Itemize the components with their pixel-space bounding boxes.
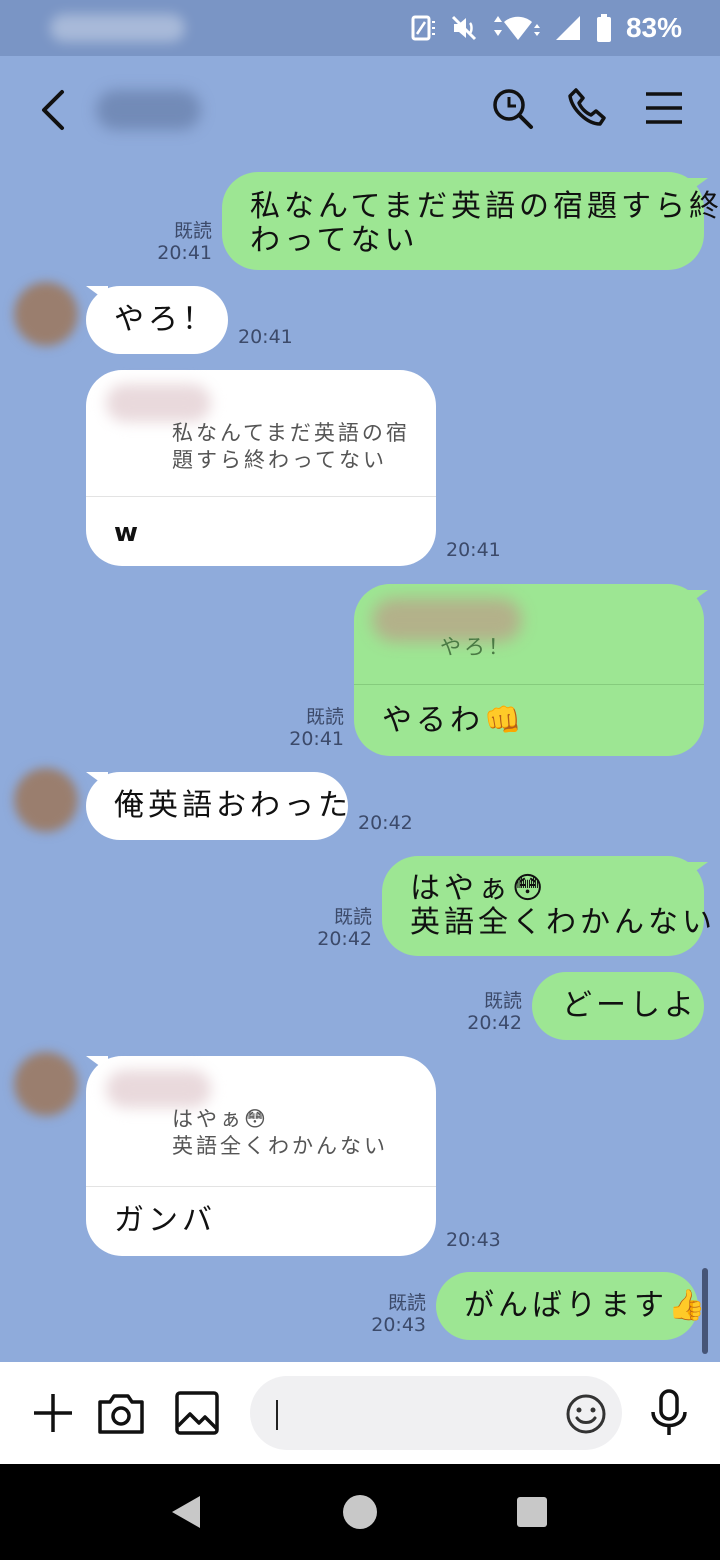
message-line: やろ！ — [114, 302, 216, 337]
text-caret — [276, 1400, 278, 1430]
status-icons: 83% — [410, 12, 682, 44]
mic-icon[interactable] — [644, 1388, 694, 1438]
message-meta: 既読 20:42 — [460, 990, 522, 1034]
system-nav-bar — [0, 1464, 720, 1560]
message-line: 私なんてまだ英語の宿題すら終 — [250, 189, 720, 224]
message-line: どーしよ — [562, 988, 698, 1023]
message-line: 俺英語おわった — [114, 788, 352, 823]
reply-divider — [354, 684, 704, 685]
message-line: はやぁ😳 — [410, 871, 548, 906]
camera-icon[interactable] — [96, 1388, 146, 1438]
message-meta: 既読 20:41 — [150, 220, 212, 264]
bubble-tail — [686, 862, 708, 878]
bubble-tail — [686, 590, 708, 606]
message-bubble-outgoing[interactable]: どーしよ — [532, 972, 704, 1040]
message-bubble-incoming[interactable]: やろ！ — [86, 286, 228, 354]
mute-icon — [451, 15, 477, 41]
quoted-message[interactable]: やろ！ — [440, 634, 512, 661]
phone-icon[interactable] — [564, 84, 612, 132]
reply-bubble-outgoing[interactable]: やろ！ やるわ👊 — [354, 584, 704, 756]
message-meta: 既読 20:41 — [282, 706, 344, 750]
message-time: 20:41 — [157, 242, 212, 264]
message-bubble-incoming[interactable]: 俺英語おわった — [86, 772, 348, 840]
message-meta: 既読 20:43 — [364, 1292, 426, 1336]
plus-icon[interactable] — [28, 1388, 78, 1438]
message-time: 20:41 — [238, 326, 293, 348]
quoted-message[interactable]: はやぁ😳 英語全くわかんない — [172, 1106, 388, 1160]
avatar[interactable] — [14, 282, 78, 346]
quoted-message[interactable]: 私なんてまだ英語の宿 題すら終わってない — [172, 420, 410, 474]
message-input[interactable] — [250, 1376, 622, 1450]
read-receipt: 既読 — [173, 220, 212, 242]
avatar[interactable] — [14, 768, 78, 832]
reply-bubble-incoming[interactable]: 私なんてまだ英語の宿 題すら終わってない w — [86, 370, 436, 566]
message-bubble-outgoing[interactable]: 私なんてまだ英語の宿題すら終 わってない — [222, 172, 719, 270]
bubble-tail — [686, 178, 708, 194]
quoted-line: 私なんてまだ英語の宿 — [172, 421, 410, 445]
message-line: やるわ👊 — [382, 703, 526, 738]
contact-name-blurred — [96, 90, 201, 130]
reply-bubble-incoming[interactable]: はやぁ😳 英語全くわかんない ガンバ — [86, 1056, 436, 1256]
avatar[interactable] — [14, 1052, 78, 1116]
battery-percentage: 83% — [625, 12, 682, 43]
message-time: 20:43 — [371, 1314, 426, 1336]
message-time: 20:42 — [317, 928, 372, 950]
reply-divider — [86, 496, 436, 497]
reply-divider — [86, 1186, 436, 1187]
quoted-line: 英語全くわかんない — [172, 1134, 388, 1158]
chat-scrollbar[interactable] — [702, 1268, 708, 1354]
quoted-sender-blurred — [106, 384, 211, 422]
screen-rotate-icon — [411, 15, 435, 41]
emoji-icon[interactable] — [564, 1392, 608, 1436]
message-line: わってない — [250, 223, 419, 258]
menu-icon[interactable] — [640, 84, 688, 132]
wifi-icon — [493, 16, 540, 40]
message-line: ガンバ — [114, 1203, 216, 1238]
message-line: がんばります👍 — [464, 1288, 710, 1323]
message-line: w — [114, 518, 143, 548]
status-bar: 83% — [0, 0, 720, 56]
message-meta: 既読 20:42 — [310, 906, 372, 950]
signal-icon — [555, 16, 580, 40]
read-receipt: 既読 — [387, 1292, 426, 1314]
message-input-bar — [0, 1362, 720, 1464]
image-icon[interactable] — [172, 1388, 222, 1438]
message-line: 英語全くわかんない — [410, 905, 716, 940]
recents-square-icon[interactable] — [516, 1496, 548, 1528]
message-time: 20:43 — [446, 1229, 501, 1251]
message-time: 20:42 — [467, 1012, 522, 1034]
back-icon[interactable] — [38, 88, 68, 132]
quoted-line: はやぁ😳 — [172, 1107, 269, 1131]
message-time: 20:42 — [358, 812, 413, 834]
chat-area[interactable]: 既読 20:41 私なんてまだ英語の宿題すら終 わってない やろ！ 20:41 … — [0, 164, 720, 1362]
back-triangle-icon[interactable] — [168, 1494, 204, 1530]
read-receipt: 既読 — [483, 990, 522, 1012]
message-time: 20:41 — [446, 539, 501, 561]
chat-header — [0, 56, 720, 164]
message-time: 20:41 — [289, 728, 344, 750]
message-bubble-outgoing[interactable]: がんばります👍 — [436, 1272, 705, 1340]
message-bubble-outgoing[interactable]: はやぁ😳 英語全くわかんない — [382, 856, 712, 956]
status-bar-left-blurred — [50, 14, 185, 42]
search-history-icon[interactable] — [488, 84, 536, 132]
battery-icon — [596, 14, 611, 42]
read-receipt: 既読 — [333, 906, 372, 928]
read-receipt: 既読 — [305, 706, 344, 728]
home-circle-icon[interactable] — [342, 1494, 378, 1530]
quoted-line: 題すら終わってない — [172, 448, 387, 472]
quoted-sender-blurred — [106, 1070, 211, 1108]
